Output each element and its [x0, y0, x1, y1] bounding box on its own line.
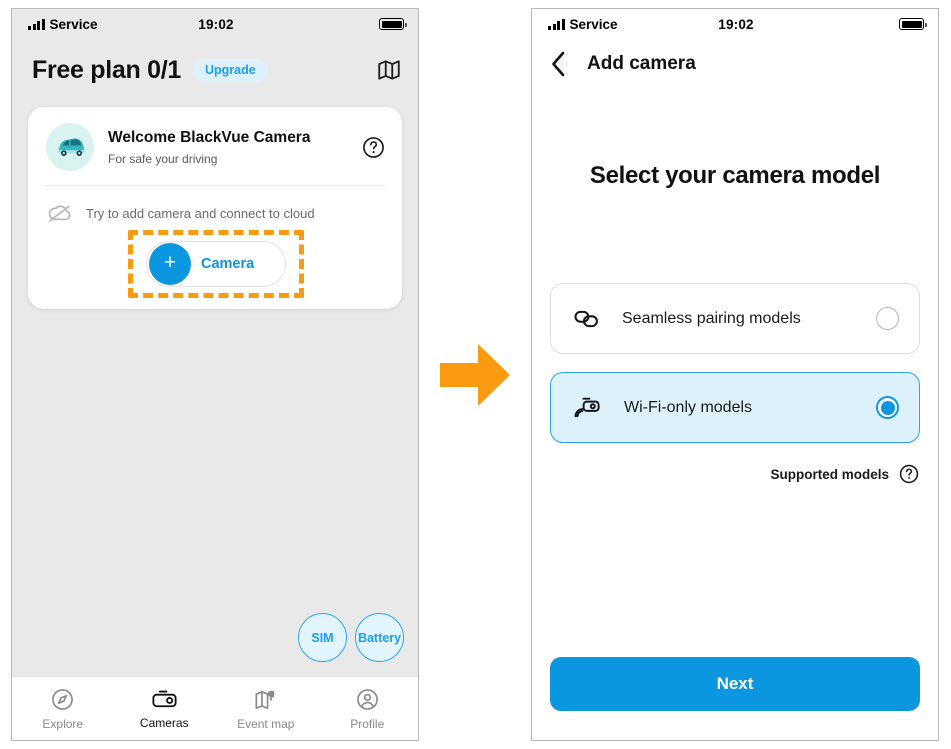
sim-chip-button[interactable]: SIM	[298, 613, 347, 662]
tab-cameras-label: Cameras	[139, 716, 189, 730]
supported-models-link[interactable]: Supported models	[532, 463, 938, 485]
upgrade-button[interactable]: Upgrade	[192, 58, 268, 82]
add-camera-label: Camera	[201, 256, 255, 272]
tab-profile[interactable]: Profile	[317, 687, 419, 731]
carrier-label: Service	[49, 16, 98, 32]
map-pin-icon	[253, 687, 278, 712]
welcome-card: Welcome BlackVue Camera For safe your dr…	[28, 107, 402, 309]
tab-explore[interactable]: Explore	[12, 687, 114, 731]
option-wifi-only-models[interactable]: Wi-Fi-only models	[550, 372, 920, 443]
tab-event-map[interactable]: Event map	[215, 687, 317, 731]
phone-screen-add-camera: Service 19:02 Add camera Select your cam…	[531, 8, 939, 741]
car-illustration-icon	[46, 123, 94, 171]
welcome-card-texts: Welcome BlackVue Camera For safe your dr…	[108, 128, 347, 166]
add-camera-button[interactable]: + Camera	[146, 241, 286, 287]
carrier-label: Service	[569, 16, 618, 32]
home-header: Free plan 0/1 Upgrade	[12, 39, 418, 101]
cloud-status-row: Try to add camera and connect to cloud	[46, 202, 386, 224]
battery-icon	[379, 18, 407, 30]
question-circle-icon[interactable]	[361, 135, 386, 160]
tab-event-map-label: Event map	[237, 716, 295, 731]
option-label: Seamless pairing models	[622, 309, 801, 327]
battery-icon	[899, 18, 927, 30]
status-bar-battery-group-right	[754, 18, 927, 30]
welcome-subtitle: For safe your driving	[108, 151, 218, 166]
bottom-tab-bar: Explore Cameras Event map Profile	[12, 676, 418, 740]
signal-bars-icon	[548, 18, 565, 30]
nav-title: Add camera	[587, 53, 696, 74]
nav-bar: Add camera	[532, 39, 938, 89]
tab-explore-label: Explore	[42, 716, 84, 731]
link-pair-icon	[573, 307, 600, 331]
status-bar-right: Service 19:02	[532, 9, 938, 39]
dashcam-icon	[150, 687, 179, 711]
tab-profile-label: Profile	[350, 716, 385, 731]
person-circle-icon	[355, 687, 380, 712]
arrow-right-icon	[440, 344, 510, 406]
add-camera-area: + Camera	[128, 230, 304, 298]
welcome-title: Welcome BlackVue Camera	[108, 129, 311, 147]
plus-icon: +	[149, 243, 191, 285]
status-bar-carrier-group-right: Service	[548, 17, 718, 32]
radio-wifi-only[interactable]	[876, 396, 899, 419]
tab-cameras[interactable]: Cameras	[114, 687, 216, 730]
battery-chip-button[interactable]: Battery	[355, 613, 404, 662]
camera-model-options: Seamless pairing models Wi-Fi-only model…	[532, 283, 938, 443]
option-label: Wi-Fi-only models	[624, 398, 753, 416]
phone-screen-cameras-home: Service 19:02 Free plan 0/1 Upgrade Welc…	[11, 8, 419, 741]
comparison-stage: Service 19:02 Free plan 0/1 Upgrade Welc…	[0, 0, 951, 749]
wifi-dashcam-icon	[573, 395, 602, 421]
status-bar-battery-group	[234, 18, 407, 30]
cloud-off-icon	[46, 202, 73, 224]
status-bar-clock: 19:02	[718, 16, 754, 32]
option-seamless-pairing-models[interactable]: Seamless pairing models	[550, 283, 920, 354]
question-circle-icon[interactable]	[898, 463, 920, 485]
next-button[interactable]: Next	[550, 657, 920, 711]
radio-seamless-pairing[interactable]	[876, 307, 899, 330]
signal-bars-icon	[28, 18, 45, 30]
cloud-status-text: Try to add camera and connect to cloud	[86, 205, 315, 221]
page-title: Free plan 0/1	[32, 55, 181, 84]
status-bar-left: Service 19:02	[12, 9, 418, 39]
floating-chip-group: SIM Battery	[298, 613, 404, 662]
status-bar-clock: 19:02	[198, 16, 234, 32]
chevron-left-icon[interactable]	[550, 51, 567, 77]
compass-icon	[50, 687, 75, 712]
map-icon[interactable]	[376, 57, 402, 83]
welcome-card-header: Welcome BlackVue Camera For safe your dr…	[28, 107, 402, 185]
supported-models-label: Supported models	[770, 466, 889, 482]
welcome-card-body: Try to add camera and connect to cloud +…	[28, 186, 402, 309]
status-bar-carrier-group: Service	[28, 17, 198, 32]
screen-title: Select your camera model	[589, 162, 881, 189]
